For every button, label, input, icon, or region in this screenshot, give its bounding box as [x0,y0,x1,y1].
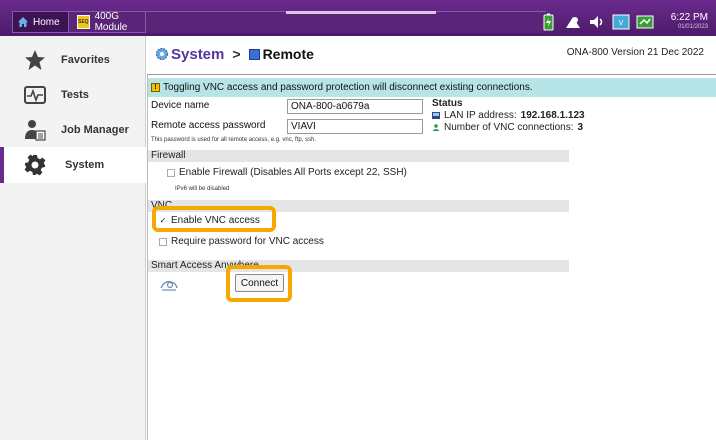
breadcrumb-separator: > [232,46,241,62]
password-label: Remote access password [151,120,266,131]
lan-ip-line: LAN IP address: 192.168.1.123 [432,110,585,121]
network-icon[interactable] [636,13,654,31]
system-gear-icon [155,47,169,61]
require-password-row[interactable]: Require password for VNC access [159,236,324,247]
breadcrumb: System > Remote [155,42,314,66]
device-name-label: Device name [151,100,210,111]
breadcrumb-system[interactable]: System [171,46,224,63]
vnc-connections-value: 3 [577,122,584,133]
tests-icon [24,86,46,104]
status-title: Status [432,98,463,109]
home-tab[interactable]: Home [12,11,69,33]
sidebar-item-label: Tests [61,89,89,101]
speaker-icon[interactable] [588,13,606,31]
status-icons: V [540,10,654,34]
highlight-connect [226,265,292,302]
device-name-field[interactable]: ONA-800-a0679a [287,99,423,114]
sidebar: Favorites Tests Job Manager System [0,36,146,440]
smart-access-icon [160,280,178,291]
home-icon [18,17,28,27]
sidebar-item-job-manager[interactable]: Job Manager [0,112,146,148]
lan-icon [432,112,440,119]
clock: 6:22 PM 01/01/2023 [671,13,708,31]
require-password-label: Require password for VNC access [171,236,324,247]
user-icon [432,124,440,131]
enable-firewall-row[interactable]: Enable Firewall (Disables All Ports exce… [167,167,407,178]
clock-time: 6:22 PM [670,12,708,23]
enable-firewall-checkbox[interactable] [167,168,175,177]
vnc-connections-line: Number of VNC connections: 3 [432,122,583,133]
enable-firewall-label: Enable Firewall (Disables All Ports exce… [179,167,407,178]
gear-icon [24,154,46,176]
star-icon [25,50,45,70]
header-divider [147,74,716,75]
lan-ip-label: LAN IP address: [444,110,517,121]
smart-access-section: Smart Access Anywhere [147,260,569,272]
tab-strip [146,11,546,33]
version-label: ONA-800 Version 21 Dec 2022 [566,47,704,58]
top-bar: Home SEQ 400G Module V 6:22 PM 01/01/202… [0,0,716,36]
page-title: Remote [262,46,314,62]
password-hint: This password is used for all remote acc… [151,137,317,143]
clock-date: 01/01/2023 [677,24,708,30]
vnc-icon[interactable]: V [612,13,630,31]
job-manager-icon [25,120,46,141]
main-content: System > Remote ONA-800 Version 21 Dec 2… [147,36,716,440]
lan-ip-value: 192.168.1.123 [520,110,585,121]
content-left-border [147,75,148,440]
sidebar-item-favorites[interactable]: Favorites [0,42,146,78]
pull-down-handle[interactable] [286,11,436,14]
sidebar-item-system[interactable]: System [0,147,146,183]
module-icon: SEQ [77,15,90,29]
sidebar-item-label: System [65,159,105,171]
password-field[interactable]: VIAVI [287,119,423,134]
remote-user-icon[interactable] [564,13,582,31]
sidebar-item-tests[interactable]: Tests [0,77,146,113]
warning-text: Toggling VNC access and password protect… [163,82,533,93]
svg-text:V: V [619,20,624,27]
warning-banner: ! Toggling VNC access and password prote… [147,78,716,97]
module-tab-label: 400G Module [94,11,128,33]
vnc-connections-label: Number of VNC connections: [444,122,574,133]
firewall-section: Firewall [147,150,569,162]
warning-icon: ! [151,83,160,92]
sidebar-item-label: Favorites [61,54,110,66]
battery-icon[interactable] [540,13,558,31]
module-tab[interactable]: SEQ 400G Module [68,11,146,33]
home-tab-label: Home [33,16,60,28]
require-password-checkbox[interactable] [159,237,167,246]
sidebar-item-label: Job Manager [61,124,129,136]
highlight-enable-vnc [152,206,276,232]
ipv6-note: IPv6 will be disabled [175,186,230,192]
remote-icon [248,48,260,60]
